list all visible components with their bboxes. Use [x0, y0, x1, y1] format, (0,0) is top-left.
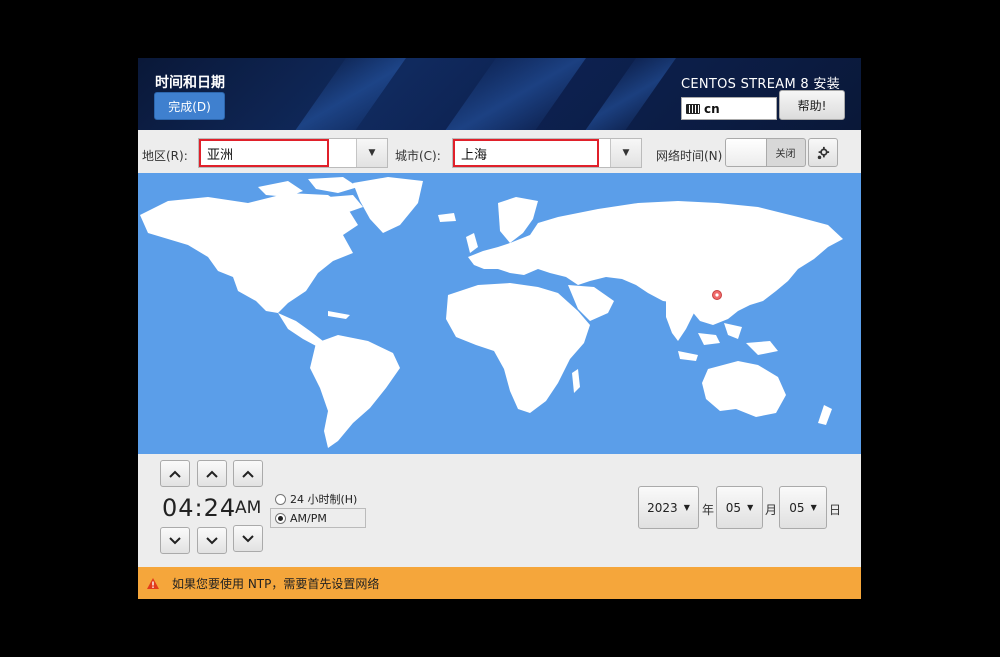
chevron-down-icon — [169, 536, 181, 544]
month-unit: 月 — [765, 503, 778, 517]
format-24h-label: 24 小时制(H) — [290, 493, 358, 506]
toggle-knob[interactable] — [726, 139, 767, 166]
day-value: 05 — [789, 500, 805, 515]
format-ampm-label: AM/PM — [290, 512, 327, 525]
warning-text: 如果您要使用 NTP，需要首先设置网络 — [172, 576, 380, 591]
warning-icon — [147, 577, 159, 589]
hour-down-button[interactable] — [160, 527, 190, 554]
month-value: 05 — [725, 500, 742, 515]
keyboard-layout-indicator[interactable]: cn — [681, 97, 777, 120]
day-combo[interactable]: 05 ▼ — [779, 486, 827, 529]
keyboard-icon — [686, 103, 700, 114]
installer-window: 时间和日期 完成(D) CENTOS STREAM 8 安装 cn 帮助! 地区… — [138, 58, 861, 599]
period-up-button[interactable] — [233, 460, 263, 487]
ntp-settings-button[interactable] — [808, 138, 838, 167]
format-24h-option[interactable]: 24 小时制(H) — [275, 491, 357, 507]
header-bar: 时间和日期 完成(D) CENTOS STREAM 8 安装 cn 帮助! — [138, 58, 861, 130]
warning-bar: 如果您要使用 NTP，需要首先设置网络 — [138, 567, 861, 599]
format-ampm-option[interactable]: AM/PM — [275, 512, 327, 525]
time-separator: : — [194, 494, 204, 522]
chevron-down-icon[interactable]: ▼ — [610, 139, 641, 167]
city-combo[interactable]: 上海 ▼ — [452, 138, 642, 168]
period-down-button[interactable] — [233, 525, 263, 552]
chevron-down-icon — [206, 536, 218, 544]
region-combo[interactable]: 亚洲 ▼ — [198, 138, 388, 168]
city-label: 城市(C): — [395, 149, 441, 163]
minutes-value: 24 — [203, 494, 237, 522]
chevron-down-icon[interactable]: ▼ — [356, 139, 387, 167]
network-time-toggle[interactable]: 关闭 — [725, 138, 806, 167]
region-label: 地区(R): — [142, 149, 188, 163]
timezone-map[interactable] — [138, 173, 861, 454]
radio-24h[interactable] — [275, 493, 286, 505]
region-value[interactable]: 亚洲 — [199, 139, 329, 167]
year-value: 2023 — [647, 500, 678, 515]
selected-city-marker[interactable] — [712, 290, 722, 300]
hour-up-button[interactable] — [160, 460, 190, 487]
month-combo[interactable]: 05 ▼ — [716, 486, 763, 529]
chevron-down-icon — [242, 534, 254, 542]
network-time-label: 网络时间(N) — [656, 149, 723, 163]
done-button[interactable]: 完成(D) — [154, 92, 225, 120]
time-display: 04:24 — [162, 494, 236, 522]
year-combo[interactable]: 2023 ▼ — [638, 486, 699, 529]
toggle-state-label: 关闭 — [775, 149, 796, 160]
chevron-down-icon: ▼ — [810, 503, 817, 512]
chevron-up-icon — [169, 470, 181, 478]
chevron-up-icon — [242, 470, 254, 478]
chevron-up-icon — [206, 470, 218, 478]
minute-down-button[interactable] — [197, 527, 227, 554]
gear-icon — [817, 146, 830, 159]
hours-value: 04 — [162, 494, 195, 522]
city-value[interactable]: 上海 — [453, 139, 599, 167]
year-unit: 年 — [702, 503, 715, 517]
radio-ampm[interactable] — [275, 513, 286, 524]
world-map-land — [140, 177, 843, 448]
chevron-down-icon: ▼ — [747, 503, 754, 512]
keyboard-layout-label: cn — [704, 101, 720, 116]
page-title: 时间和日期 — [155, 75, 225, 91]
day-unit: 日 — [829, 503, 842, 517]
minute-up-button[interactable] — [197, 460, 227, 487]
chevron-down-icon: ▼ — [683, 503, 690, 512]
period-value: AM — [235, 498, 262, 518]
help-button[interactable]: 帮助! — [779, 90, 845, 120]
